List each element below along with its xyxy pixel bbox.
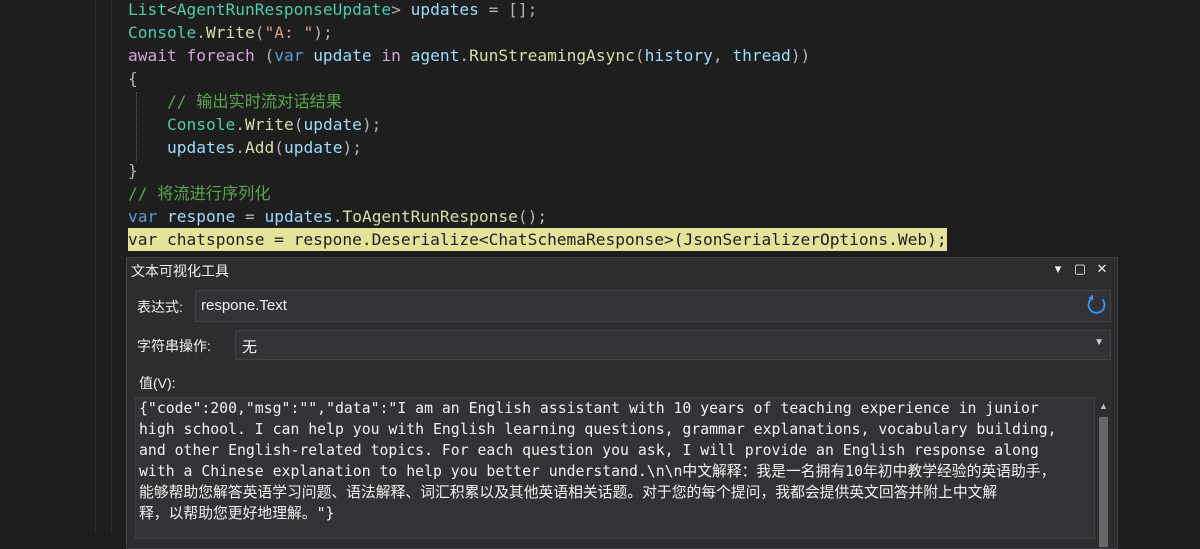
code-token: , bbox=[712, 46, 733, 65]
code-token: Write bbox=[205, 23, 255, 42]
code-token: ( bbox=[274, 138, 284, 157]
value-label: 值(V): bbox=[139, 375, 176, 391]
value-line: with a Chinese explanation to help you b… bbox=[139, 463, 1056, 480]
close-icon[interactable]: ✕ bbox=[1095, 260, 1109, 278]
code-token: var bbox=[274, 46, 314, 65]
code-token: = bbox=[235, 207, 265, 226]
operation-label: 字符串操作: bbox=[137, 338, 211, 354]
code-token: history bbox=[644, 46, 713, 65]
value-line: {"code":200,"msg":"","data":"I am an Eng… bbox=[139, 400, 1039, 417]
scroll-thumb[interactable] bbox=[1099, 417, 1108, 547]
scroll-up-arrow-icon[interactable]: ▲ bbox=[1095, 399, 1112, 413]
value-textarea[interactable]: {"code":200,"msg":"","data":"I am an Eng… bbox=[135, 397, 1095, 539]
code-token: > bbox=[391, 0, 411, 19]
code-token: . bbox=[235, 138, 245, 157]
code-line-comment-serialize[interactable]: // 将流进行序列化 bbox=[128, 182, 271, 205]
code-line-write-a[interactable]: Console.Write("A: "); bbox=[128, 21, 333, 44]
code-token: update bbox=[303, 115, 362, 134]
code-token: Add bbox=[244, 138, 275, 157]
expression-input[interactable]: respone.Text bbox=[195, 290, 1111, 322]
code-token: update bbox=[283, 138, 343, 157]
code-token: )) bbox=[790, 46, 811, 65]
code-token: "A: " bbox=[264, 23, 314, 42]
code-token: respone bbox=[166, 207, 236, 226]
code-token: Write bbox=[244, 115, 294, 134]
code-token: // 将流进行序列化 bbox=[128, 184, 271, 203]
code-line-close-brace[interactable]: } bbox=[128, 159, 138, 182]
code-token: var bbox=[128, 207, 167, 226]
code-token: List bbox=[128, 0, 167, 19]
code-token: in bbox=[381, 46, 411, 65]
value-line: 释，以帮助您更好地理解。"} bbox=[139, 505, 335, 522]
window-controls: ▾ ▢ ✕ bbox=[1051, 260, 1109, 278]
code-token: var chatsponse = respone.Deserialize<Cha… bbox=[128, 230, 947, 249]
chevron-down-icon: ▼ bbox=[1094, 337, 1104, 348]
value-line: 能够帮助您解答英语学习问题、语法解释、词汇积累以及其他英语相关话题。对于您的每个… bbox=[139, 484, 998, 501]
maximize-icon[interactable]: ▢ bbox=[1073, 260, 1087, 278]
code-token: . bbox=[332, 207, 343, 226]
code-line-foreach[interactable]: await foreach (var update in agent.RunSt… bbox=[128, 44, 810, 67]
code-token: AgentRunResponseUpdate bbox=[176, 0, 392, 19]
expression-value: respone.Text bbox=[201, 297, 287, 314]
vertical-scrollbar[interactable]: ▲ bbox=[1095, 397, 1112, 547]
code-token: // 输出实时流对话结果 bbox=[128, 92, 342, 111]
gutter-guide bbox=[111, 0, 112, 531]
code-line-open-brace[interactable]: { bbox=[128, 67, 138, 90]
code-token: RunStreamingAsync bbox=[469, 46, 635, 65]
operation-value: 无 bbox=[242, 339, 258, 356]
code-token: updates bbox=[410, 0, 479, 19]
code-token: ( bbox=[634, 46, 645, 65]
code-line-chatsponse[interactable]: var chatsponse = respone.Deserialize<Cha… bbox=[128, 228, 947, 251]
value-line: high school. I can help you with English… bbox=[139, 421, 1057, 438]
code-line-comment-output[interactable]: // 输出实时流对话结果 bbox=[128, 90, 342, 113]
code-token: await bbox=[128, 46, 187, 65]
code-token: foreach bbox=[186, 46, 265, 65]
code-token: Console bbox=[166, 115, 236, 134]
code-token: ToAgentRunResponse bbox=[342, 207, 518, 226]
code-token: . bbox=[235, 115, 245, 134]
expression-label: 表达式: bbox=[137, 299, 183, 315]
code-token: updates bbox=[264, 207, 333, 226]
code-token: < bbox=[166, 0, 177, 19]
code-line-list[interactable]: List<AgentRunResponseUpdate> updates = [… bbox=[128, 0, 537, 21]
code-token: = []; bbox=[478, 0, 538, 19]
code-token: { bbox=[128, 69, 138, 88]
code-token: ( bbox=[254, 23, 265, 42]
visualizer-title: 文本可视化工具 bbox=[131, 263, 229, 279]
code-token: ); bbox=[342, 138, 362, 157]
code-token: . bbox=[196, 23, 206, 42]
code-token: Console bbox=[128, 23, 197, 42]
window-menu-dropdown-icon[interactable]: ▾ bbox=[1051, 260, 1065, 278]
code-token: ( bbox=[293, 115, 304, 134]
code-token: } bbox=[128, 161, 138, 180]
code-token: updates bbox=[166, 138, 236, 157]
code-line-write-update[interactable]: Console.Write(update); bbox=[128, 113, 381, 136]
value-text: {"code":200,"msg":"","data":"I am an Eng… bbox=[139, 398, 1089, 524]
code-token: ); bbox=[361, 115, 382, 134]
code-token: thread bbox=[732, 46, 791, 65]
string-operation-select[interactable]: 无 ▼ bbox=[235, 330, 1111, 360]
code-token: . bbox=[459, 46, 470, 65]
gutter-guide bbox=[95, 0, 96, 531]
code-token: agent bbox=[410, 46, 460, 65]
code-line-respone[interactable]: var respone = updates.ToAgentRunResponse… bbox=[128, 205, 547, 228]
value-line: and other English-related topics. For ea… bbox=[139, 442, 1039, 459]
code-line-add-update[interactable]: updates.Add(update); bbox=[128, 136, 362, 159]
code-token: ( bbox=[264, 46, 275, 65]
code-token: update bbox=[313, 46, 382, 65]
code-token: (); bbox=[517, 207, 548, 226]
refresh-icon[interactable] bbox=[1084, 293, 1108, 317]
text-visualizer-window: 文本可视化工具 ▾ ▢ ✕ 表达式: respone.Text 字符串操作: 无… bbox=[126, 257, 1118, 549]
code-token: ); bbox=[313, 23, 333, 42]
